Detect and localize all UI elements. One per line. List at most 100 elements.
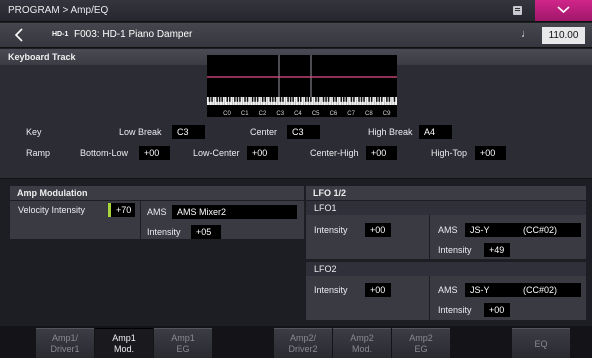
amp-ams-box: AMS AMS Mixer2 Intensity +05 xyxy=(141,201,304,239)
key-label-c7: C7 xyxy=(347,111,355,117)
black-key xyxy=(246,97,249,102)
center-high-field[interactable]: +00 xyxy=(366,146,397,160)
black-key xyxy=(307,97,310,102)
lfo1-label: LFO1 xyxy=(314,203,337,213)
tab-amp1-eg[interactable]: Amp1 EG xyxy=(154,328,212,358)
black-key xyxy=(350,97,353,102)
tab-label-line2: Mod. xyxy=(113,344,134,354)
amp-ams-field[interactable]: AMS Mixer2 xyxy=(172,205,297,219)
program-bar: HD-1 F003: HD-1 Piano Damper ♩ 110.00 xyxy=(0,23,592,48)
black-key xyxy=(239,97,241,102)
tab-label-line1: Amp2 xyxy=(409,333,433,343)
lfo1-title-row: LFO1 xyxy=(306,201,586,215)
lfo1-intensity-box: Intensity +00 xyxy=(306,215,429,259)
lfo1-ams-cc: (CC#02) xyxy=(523,225,558,235)
key-label-c0: C0 xyxy=(223,111,231,117)
key-label-c4: C4 xyxy=(294,111,302,117)
menu-icon[interactable] xyxy=(513,6,522,15)
key-label-c6: C6 xyxy=(330,111,338,117)
back-button[interactable] xyxy=(10,26,30,44)
black-key xyxy=(322,97,325,102)
program-name[interactable]: F003: HD-1 Piano Damper xyxy=(74,29,192,40)
black-key xyxy=(299,97,302,102)
tab-label-line2: EG xyxy=(176,344,190,354)
low-break-field[interactable]: C3 xyxy=(172,125,205,139)
page-tab-bar: Amp1/ Driver1 Amp1 Mod. Amp1 EG Amp2/ Dr… xyxy=(0,326,592,358)
black-key xyxy=(216,97,218,102)
black-key xyxy=(305,97,307,102)
lfo2-ams-box: AMS JS-Y (CC#02) Intensity +00 xyxy=(430,276,586,320)
tab-label-line1: Amp1 xyxy=(112,333,136,343)
black-key xyxy=(272,97,274,102)
black-key xyxy=(289,97,292,102)
center-label: Center xyxy=(250,127,278,137)
tempo-field[interactable]: 110.00 xyxy=(542,27,585,44)
velocity-intensity-label: Velocity Intensity xyxy=(18,205,86,215)
tab-eq[interactable]: EQ xyxy=(512,328,570,358)
lfo2-ams-source: JS-Y xyxy=(470,285,490,295)
page-menu-button[interactable] xyxy=(535,0,592,21)
black-key xyxy=(378,97,381,102)
lfo1-intensity-field[interactable]: +00 xyxy=(365,223,391,237)
tab-amp1-driver1[interactable]: Amp1/ Driver1 xyxy=(36,328,94,358)
key-label-c9: C9 xyxy=(383,111,391,117)
chevron-down-icon xyxy=(557,6,570,14)
tab-amp1-mod[interactable]: Amp1 Mod. xyxy=(95,328,153,358)
black-key xyxy=(343,97,345,102)
black-key xyxy=(332,97,335,102)
lfo1-ams-source: JS-Y xyxy=(470,225,490,235)
black-key xyxy=(297,97,299,102)
black-key xyxy=(370,97,373,102)
lower-panel: Amp Modulation Velocity Intensity +70 AM… xyxy=(0,180,592,326)
key-label-c2: C2 xyxy=(259,111,267,117)
black-key xyxy=(251,97,254,102)
lfo2-intensity-field[interactable]: +00 xyxy=(365,283,391,297)
tab-amp2-driver2[interactable]: Amp2/ Driver2 xyxy=(274,328,332,358)
black-key xyxy=(221,97,223,102)
velocity-box: Velocity Intensity +70 xyxy=(10,201,140,239)
ramp-label: Ramp xyxy=(26,148,51,158)
tab-label-line2: Driver2 xyxy=(288,344,318,354)
black-key xyxy=(375,97,378,102)
tab-label-line1: Amp2 xyxy=(350,333,374,343)
keyboard-track-chart: C0 C1 C2 C3 C4 C5 C6 C7 C8 C9 xyxy=(207,55,397,117)
lfo2-ams-field[interactable]: JS-Y (CC#02) xyxy=(465,283,581,297)
tab-amp2-mod[interactable]: Amp2 Mod. xyxy=(333,328,391,358)
high-top-field[interactable]: +00 xyxy=(475,146,506,160)
black-key xyxy=(211,97,213,102)
black-key xyxy=(325,97,327,102)
center-field[interactable]: C3 xyxy=(287,125,320,139)
tab-amp2-eg[interactable]: Amp2 EG xyxy=(392,328,450,358)
key-label-c3: C3 xyxy=(276,111,284,117)
amp-modulation-title: Amp Modulation xyxy=(17,188,88,198)
lfo-title: LFO 1/2 xyxy=(313,188,347,198)
black-key xyxy=(279,97,282,102)
page-title: PROGRAM > Amp/EQ xyxy=(8,5,109,16)
low-center-field[interactable]: +00 xyxy=(247,146,278,160)
black-key xyxy=(360,97,363,102)
tab-label-line1: Amp2/ xyxy=(289,333,316,343)
lfo1-ams-intensity-field[interactable]: +49 xyxy=(484,243,510,257)
amp-ams-intensity-field[interactable]: +05 xyxy=(191,225,221,239)
high-break-field[interactable]: A4 xyxy=(419,125,452,139)
low-break-label: Low Break xyxy=(119,127,162,137)
keyboard-track-title: Keyboard Track xyxy=(8,52,76,62)
bottom-low-field[interactable]: +00 xyxy=(139,146,170,160)
tab-label-line1: Amp1/ xyxy=(51,333,78,343)
black-key xyxy=(254,97,256,102)
center-high-label: Center-High xyxy=(310,148,359,158)
lfo1-ams-label: AMS xyxy=(438,225,458,235)
lfo1-ams-field[interactable]: JS-Y (CC#02) xyxy=(465,223,581,237)
key-label: Key xyxy=(26,127,42,137)
velocity-intensity-field[interactable]: +70 xyxy=(111,203,135,217)
lfo-header: LFO 1/2 xyxy=(306,186,586,200)
lfo2-ams-intensity-field[interactable]: +00 xyxy=(484,303,510,317)
high-break-label: High Break xyxy=(368,127,413,137)
black-key xyxy=(393,97,396,102)
tab-label-line1: Amp1 xyxy=(171,333,195,343)
amp-modulation-header: Amp Modulation xyxy=(10,186,304,200)
lfo1-ams-intensity-label: Intensity xyxy=(438,245,472,255)
bottom-low-label: Bottom-Low xyxy=(80,148,129,158)
keyboard-track-panel: Keyboard Track C0 C1 C2 C3 C4 C5 C6 C7 C8 C9 Key … xyxy=(0,49,592,179)
tab-label-line2: Mod. xyxy=(351,344,372,354)
